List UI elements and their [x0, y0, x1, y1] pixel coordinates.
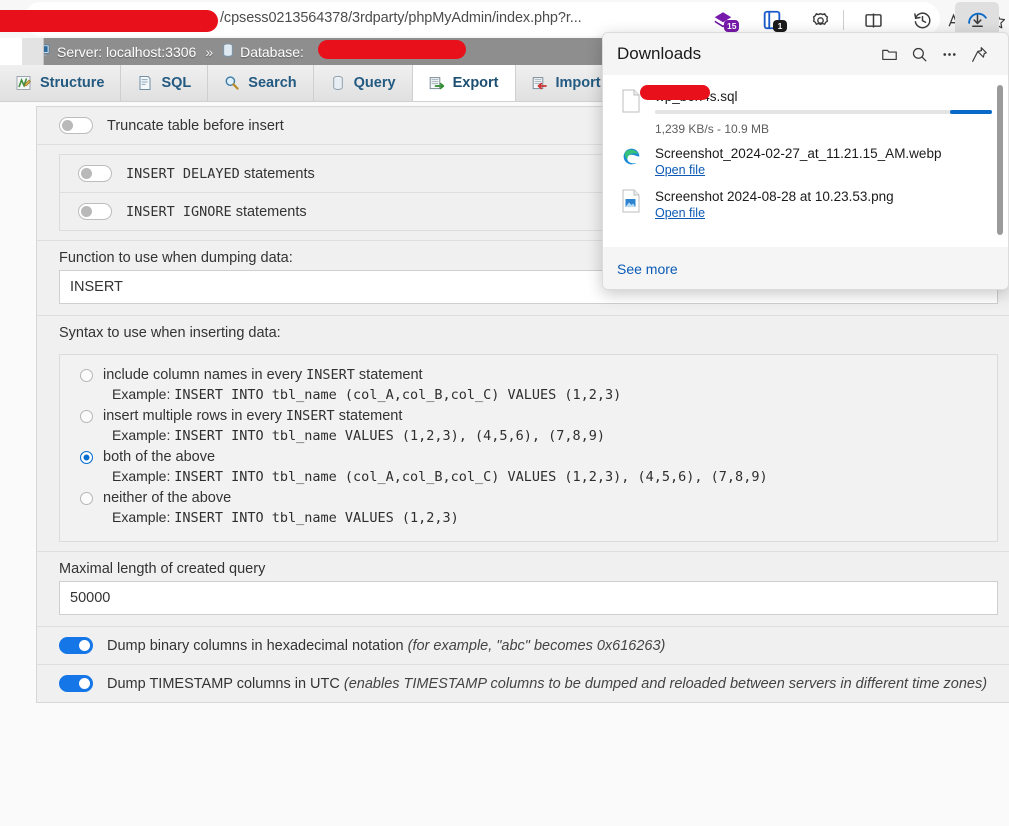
insert-ignore-code: INSERT IGNORE: [126, 203, 232, 220]
dump-binary-hex-note: (for example, "abc" becomes 0x616263): [407, 637, 666, 654]
sql-icon: [137, 75, 153, 91]
image-file-icon: [619, 189, 643, 217]
radio-example-0: Example: INSERT INTO tbl_name (col_A,col…: [112, 386, 622, 403]
import-icon: [532, 75, 548, 91]
tab-sql[interactable]: SQL: [121, 65, 209, 101]
search-icon[interactable]: [904, 40, 934, 68]
database-icon: [222, 42, 234, 61]
tab-label: Query: [353, 75, 396, 91]
tab-label: SQL: [161, 75, 192, 91]
option-row-max-query-length: Maximal length of created query: [37, 552, 1009, 627]
tab-query[interactable]: Query: [313, 65, 413, 101]
toolbar-divider: [843, 10, 844, 30]
folder-icon[interactable]: [874, 40, 904, 68]
download-meta: Screenshot 2024-08-28 at 10.23.53.png Op…: [655, 189, 992, 222]
syntax-label: Syntax to use when inserting data:: [59, 325, 281, 341]
dump-timestamp-utc-toggle[interactable]: [59, 675, 93, 692]
download-filename: Screenshot_2024-02-27_at_11.21.15_AM.web…: [655, 146, 942, 161]
download-item[interactable]: Screenshot_2024-02-27_at_11.21.15_AM.web…: [603, 140, 1008, 183]
insert-ignore-label: INSERT IGNORE statements: [126, 204, 307, 220]
edge-file-icon: [619, 146, 643, 174]
downloads-flyout: Downloads 1,239 KB/s - 10.9 MB Screensho…: [602, 32, 1009, 290]
radio-option-insert-multiple-rows[interactable]: insert multiple rows in every INSERT sta…: [60, 406, 997, 426]
radio-button[interactable]: [80, 368, 93, 382]
collections-icon[interactable]: 1: [757, 6, 787, 34]
truncate-toggle[interactable]: [59, 117, 93, 134]
downloads-title: Downloads: [617, 44, 702, 63]
download-status: 1,239 KB/s - 10.9 MB: [655, 122, 770, 136]
radio-example-2: Example: INSERT INTO tbl_name (col_A,col…: [112, 468, 768, 485]
breadcrumb-server-label[interactable]: Server: localhost:3306: [57, 44, 196, 60]
extensions-badge: 15: [724, 20, 740, 32]
tab-label: Structure: [40, 75, 105, 91]
query-icon: [330, 75, 346, 91]
option-row-dump-binary-hex: Dump binary columns in hexadecimal notat…: [37, 627, 1009, 665]
redaction-url: [0, 10, 218, 32]
screen-root: /cpsess0213564378/3rdparty/phpMyAdmin/in…: [0, 0, 1009, 826]
dump-timestamp-utc-label: Dump TIMESTAMP columns in UTC (enables T…: [107, 675, 988, 692]
radio-button[interactable]: [80, 450, 93, 464]
radio-option-include-column-names[interactable]: include column names in every INSERT sta…: [60, 365, 997, 385]
insert-delayed-rest: statements: [243, 165, 315, 182]
structure-icon: [16, 75, 32, 91]
radio-option-neither-of-the-above[interactable]: neither of the above: [60, 488, 997, 508]
tab-search[interactable]: Search: [208, 65, 314, 101]
option-row-dump-timestamp-utc: Dump TIMESTAMP columns in UTC (enables T…: [37, 665, 1009, 702]
radio-label: neither of the above: [103, 490, 232, 506]
open-file-link[interactable]: Open file: [655, 163, 705, 177]
downloads-header: Downloads: [603, 33, 1008, 75]
insert-delayed-label: INSERT DELAYED statements: [126, 166, 315, 182]
truncate-label: Truncate table before insert: [107, 117, 284, 134]
search-icon: [224, 75, 240, 91]
dump-binary-hex-label: Dump binary columns in hexadecimal notat…: [107, 637, 666, 654]
dump-binary-hex-toggle[interactable]: [59, 637, 93, 654]
download-item[interactable]: Screenshot 2024-08-28 at 10.23.53.png Op…: [603, 183, 1008, 226]
extensions-icon[interactable]: 15: [708, 6, 740, 34]
radio-button[interactable]: [80, 491, 93, 505]
split-screen-icon[interactable]: [858, 6, 888, 34]
max-query-length-label: Maximal length of created query: [59, 561, 266, 577]
redaction-filename-prefix: [640, 85, 710, 100]
pin-icon[interactable]: [964, 40, 994, 68]
tab-label: Export: [452, 75, 499, 91]
radio-example-3: Example: INSERT INTO tbl_name VALUES (1,…: [112, 509, 459, 526]
dump-timestamp-utc-note: (enables TIMESTAMP columns to be dumped …: [343, 675, 988, 692]
radio-label: include column names in every INSERT sta…: [103, 367, 423, 383]
radio-option-both-of-the-above[interactable]: both of the above: [60, 447, 997, 467]
export-icon: [429, 75, 445, 91]
url-text: /cpsess0213564378/3rdparty/phpMyAdmin/in…: [220, 10, 582, 26]
tab-label: Search: [248, 75, 297, 91]
downloads-footer: See more: [603, 247, 1008, 289]
insert-delayed-code: INSERT DELAYED: [126, 165, 240, 182]
breadcrumb-left-nub: [22, 38, 44, 65]
tab-label: Import: [555, 75, 601, 91]
open-file-link[interactable]: Open file: [655, 206, 705, 220]
download-progress-fill: [950, 110, 992, 114]
insert-delayed-toggle[interactable]: [78, 165, 112, 182]
insert-ignore-rest: statements: [235, 203, 307, 220]
radio-label: both of the above: [103, 449, 216, 465]
radio-label: insert multiple rows in every INSERT sta…: [103, 408, 403, 424]
collections-badge: 1: [773, 20, 787, 32]
radio-button[interactable]: [80, 409, 93, 423]
redaction-database-name: [318, 40, 466, 59]
insert-ignore-toggle[interactable]: [78, 203, 112, 220]
tab-structure[interactable]: Structure: [0, 65, 122, 101]
downloads-list: wp_b6h4s.sql 1,239 KB/s - 10.9 MB Screen…: [603, 75, 1008, 247]
breadcrumb-separator: »: [205, 43, 214, 60]
more-icon[interactable]: [934, 40, 964, 68]
tab-export[interactable]: Export: [412, 65, 516, 101]
history-icon[interactable]: [907, 6, 937, 34]
max-query-length-input[interactable]: [59, 581, 998, 615]
downloads-scrollbar[interactable]: [997, 85, 1003, 235]
breadcrumb-database-label[interactable]: Database:: [240, 44, 304, 60]
radio-example-1: Example: INSERT INTO tbl_name VALUES (1,…: [112, 427, 606, 444]
gear-icon[interactable]: [805, 6, 835, 34]
download-filename: Screenshot 2024-08-28 at 10.23.53.png: [655, 189, 894, 204]
syntax-radio-group: include column names in every INSERT sta…: [59, 354, 998, 542]
download-progress-bar: [655, 110, 992, 114]
option-row-syntax: Syntax to use when inserting data: inclu…: [37, 316, 1009, 552]
download-meta: Screenshot_2024-02-27_at_11.21.15_AM.web…: [655, 146, 992, 179]
see-more-link[interactable]: See more: [617, 261, 678, 277]
